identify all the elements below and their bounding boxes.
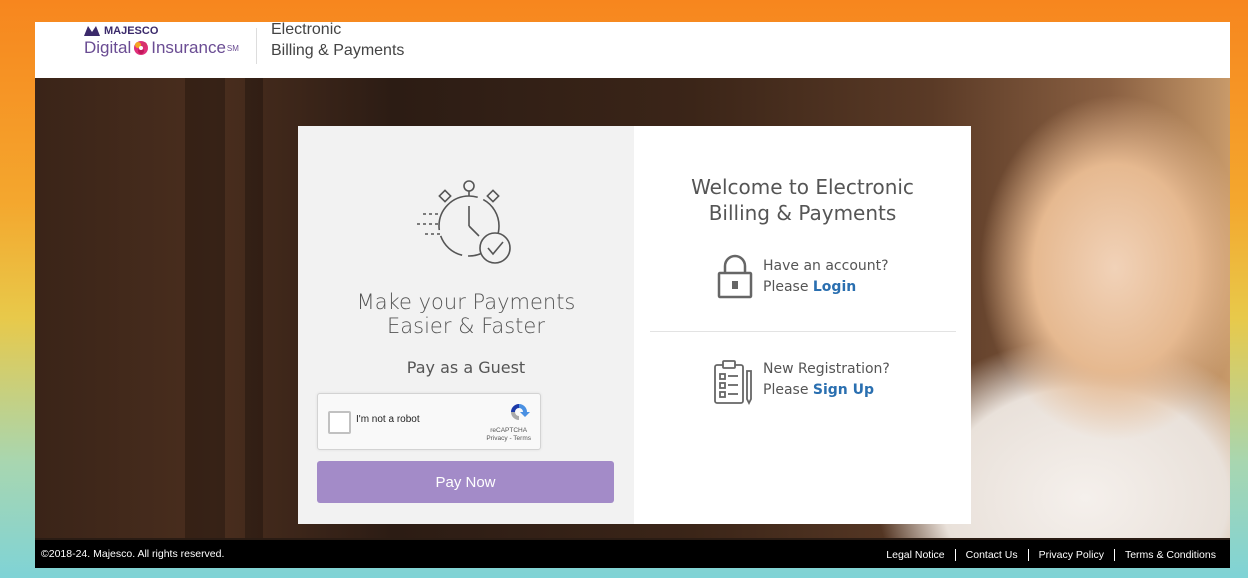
legal-notice-link[interactable]: Legal Notice <box>876 549 954 561</box>
recaptcha-brand: reCAPTCHA Privacy - Terms <box>486 427 531 443</box>
account-panel: Welcome to Electronic Billing & Payments… <box>634 126 971 524</box>
app-title: Electronic Billing & Payments <box>271 22 404 60</box>
app-title-line1: Electronic <box>271 22 342 38</box>
welcome-line2: Billing & Payments <box>708 201 897 225</box>
tagline-line2: Easier & Faster <box>387 314 545 338</box>
pay-now-button[interactable]: Pay Now <box>317 461 614 503</box>
guest-payment-panel: Make your Payments Easier & Faster Pay a… <box>298 126 634 524</box>
trademark: SM <box>226 43 239 53</box>
clipboard-icon <box>714 360 752 406</box>
welcome-heading: Welcome to Electronic Billing & Payments <box>634 174 971 226</box>
recaptcha-checkbox[interactable] <box>328 411 351 434</box>
section-divider <box>650 331 956 332</box>
sign-up-link[interactable]: Sign Up <box>813 382 874 398</box>
recaptcha-brand-text: reCAPTCHA <box>490 427 528 434</box>
flower-icon <box>134 41 149 55</box>
recaptcha-links[interactable]: Privacy - Terms <box>486 435 531 443</box>
login-prompt: Have an account? Please Login <box>763 256 889 298</box>
recaptcha-logo-icon <box>511 404 530 420</box>
brand-subtitle: Digital Insurance SM <box>84 38 239 58</box>
register-question: New Registration? <box>763 361 890 377</box>
guest-label: Pay as a Guest <box>406 358 526 377</box>
majesco-mark-icon <box>84 26 100 36</box>
header-divider <box>256 28 257 64</box>
browser-viewport: MAJESCO Digital Insurance SM Electronic … <box>35 22 1230 568</box>
payment-tagline: Make your Payments Easier & Faster <box>298 290 634 338</box>
brand-top-text: MAJESCO <box>104 25 159 37</box>
majesco-logo[interactable]: MAJESCO Digital Insurance SM <box>84 25 239 58</box>
register-line: Please Sign Up <box>763 380 890 401</box>
photo-shadow <box>245 78 263 538</box>
login-prefix: Please <box>763 279 809 295</box>
stopwatch-check-icon <box>417 180 511 264</box>
register-prefix: Please <box>763 382 809 398</box>
lock-icon <box>717 254 753 299</box>
terms-conditions-link[interactable]: Terms & Conditions <box>1113 549 1226 561</box>
footer: ©2018-24. Majesco. All rights reserved. … <box>35 540 1230 568</box>
tagline-line1: Make your Payments <box>356 290 576 314</box>
photo-shadow <box>185 78 225 538</box>
contact-us-link[interactable]: Contact Us <box>954 549 1028 561</box>
footer-links: Legal Notice Contact Us Privacy Policy T… <box>876 549 1226 561</box>
login-line: Please Login <box>763 277 889 298</box>
recaptcha-widget: I'm not a robot reCAPTCHA Privacy - Term… <box>317 393 541 450</box>
brand-top: MAJESCO <box>84 25 239 37</box>
header-bar: MAJESCO Digital Insurance SM Electronic … <box>35 22 1230 78</box>
login-question: Have an account? <box>763 258 889 274</box>
copyright: ©2018-24. Majesco. All rights reserved. <box>41 548 225 560</box>
brand-right-text: Insurance <box>151 38 226 57</box>
login-card: Make your Payments Easier & Faster Pay a… <box>298 126 971 524</box>
register-prompt: New Registration? Please Sign Up <box>763 359 890 401</box>
welcome-line1: Welcome to Electronic <box>691 175 914 199</box>
app-title-line2: Billing & Payments <box>271 42 405 59</box>
brand-left-text: Digital <box>84 38 132 57</box>
login-link[interactable]: Login <box>813 279 856 295</box>
recaptcha-label: I'm not a robot <box>356 414 420 425</box>
privacy-policy-link[interactable]: Privacy Policy <box>1027 549 1114 561</box>
